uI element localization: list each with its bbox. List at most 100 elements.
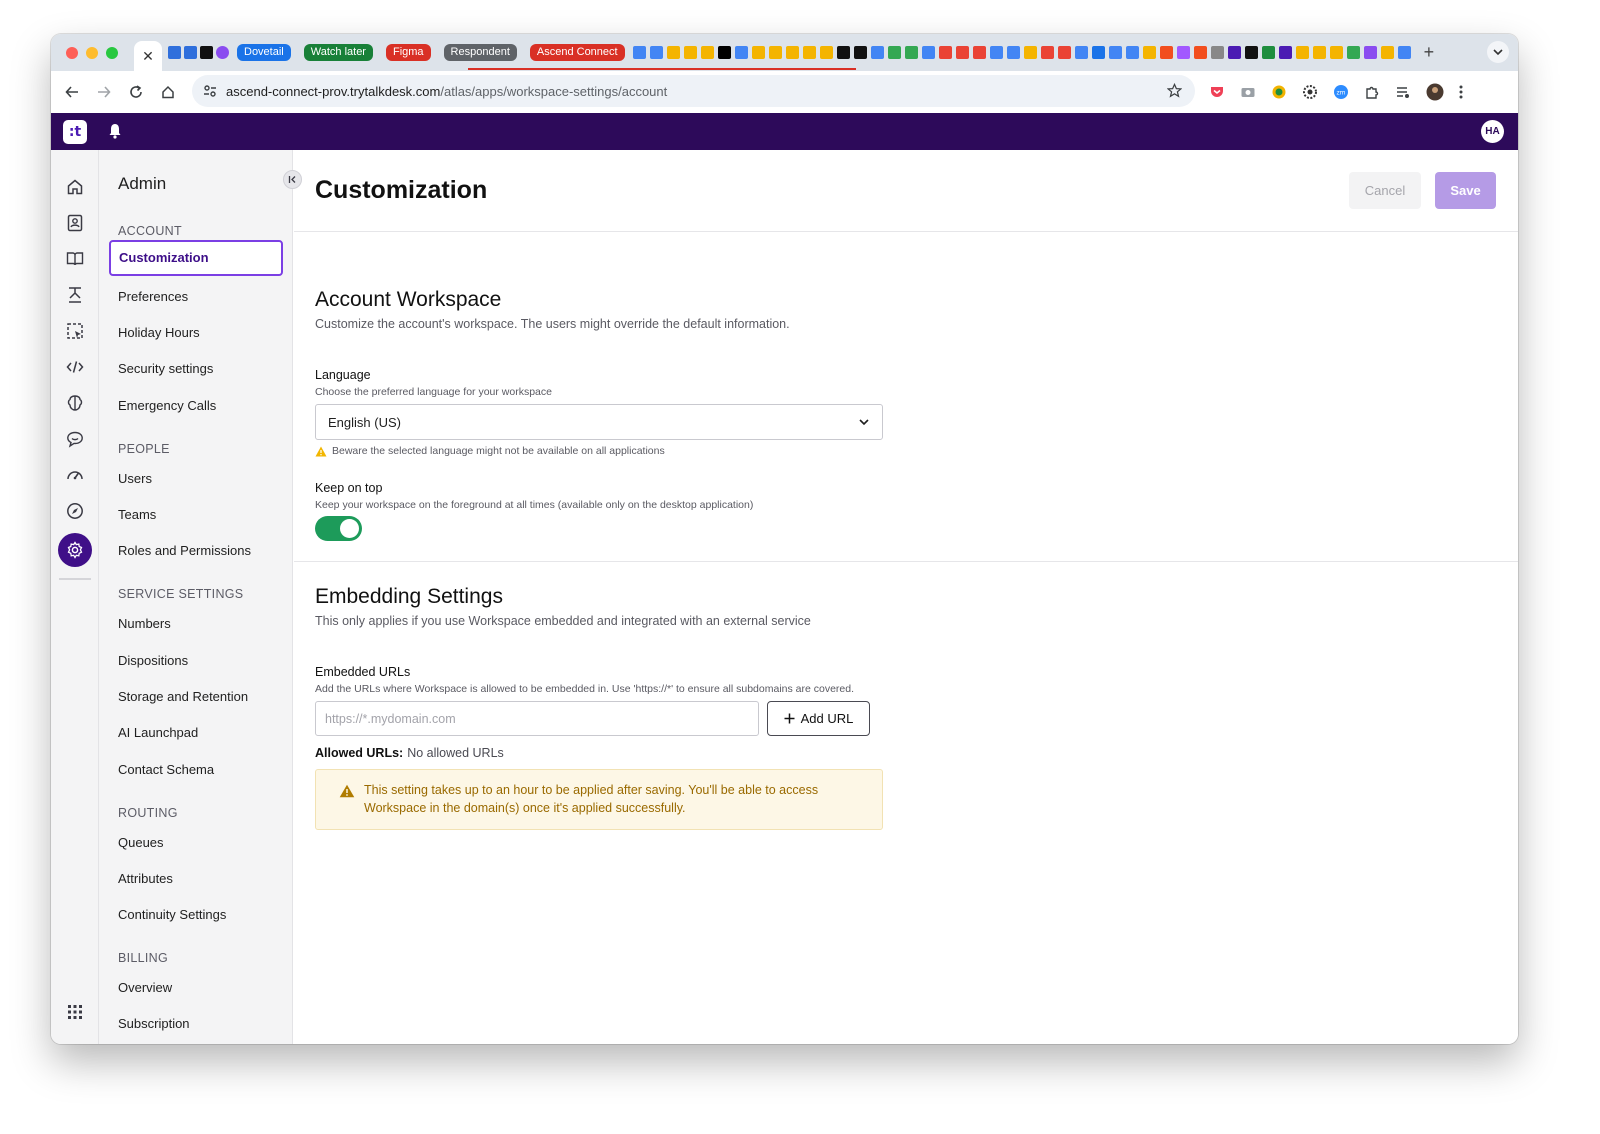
tab-favicon[interactable] [1261,46,1275,59]
bell-icon[interactable] [108,123,122,139]
tab-favicon[interactable] [751,46,765,59]
new-tab-button[interactable]: + [1424,42,1435,63]
tab-favicon[interactable] [1057,46,1071,59]
tab-favicon[interactable] [1227,46,1241,59]
routing-rail-button[interactable] [63,283,87,307]
tab-favicon[interactable] [1193,46,1207,59]
app-launcher-button[interactable] [63,1000,87,1024]
close-window-button[interactable] [66,46,78,59]
tab-favicon[interactable] [168,46,181,59]
minimize-window-button[interactable] [86,46,98,59]
tab-favicon[interactable] [184,46,197,59]
tab-pill-respondent[interactable]: Respondent [443,44,517,61]
maximize-window-button[interactable] [106,46,118,59]
tab-favicon[interactable] [216,46,229,59]
sidebar-item-storage-retention[interactable]: Storage and Retention [118,689,248,704]
extension-globe-icon[interactable] [1271,84,1287,100]
puzzle-icon[interactable] [1364,84,1380,100]
tab-pill-ascend-connect[interactable]: Ascend Connect [529,44,625,61]
sidebar-item-continuity-settings[interactable]: Continuity Settings [118,907,226,922]
sidebar-item-security-settings[interactable]: Security settings [118,361,213,376]
tab-favicon[interactable] [1244,46,1258,59]
tab-favicon[interactable] [1278,46,1292,59]
sidebar-item-emergency-calls[interactable]: Emergency Calls [118,398,216,413]
tab-favicon[interactable] [717,46,731,59]
language-select[interactable]: English (US) [315,404,883,440]
tab-favicon[interactable] [887,46,901,59]
tab-favicon[interactable] [972,46,986,59]
sidebar-item-attributes[interactable]: Attributes [118,871,173,886]
talkdesk-logo[interactable]: :t [63,120,87,144]
tab-favicon[interactable] [1295,46,1309,59]
user-avatar[interactable]: HA [1481,120,1504,143]
cancel-button[interactable]: Cancel [1349,172,1421,209]
tab-favicon[interactable] [1040,46,1054,59]
tab-favicon[interactable] [632,46,646,59]
explore-rail-button[interactable] [63,499,87,523]
tab-favicon[interactable] [1006,46,1020,59]
tab-favicon[interactable] [785,46,799,59]
ai-rail-button[interactable] [63,391,87,415]
tab-favicon[interactable] [1023,46,1037,59]
sidebar-item-holiday-hours[interactable]: Holiday Hours [118,325,200,340]
collapse-sidebar-button[interactable] [283,170,302,189]
tab-favicon[interactable] [1074,46,1088,59]
sidebar-item-teams[interactable]: Teams [118,507,156,522]
tab-search-button[interactable] [1487,41,1509,63]
tab-favicon[interactable] [1142,46,1156,59]
tab-favicon[interactable] [938,46,952,59]
admin-rail-button[interactable] [58,533,92,567]
sidebar-item-queues[interactable]: Queues [118,835,164,850]
tab-pill-dovetail[interactable]: Dovetail [237,44,291,61]
tab-pill-watch-later[interactable]: Watch later [303,44,373,61]
tab-favicon[interactable] [1363,46,1377,59]
tab-favicon[interactable] [904,46,918,59]
sidebar-item-overview[interactable]: Overview [118,980,172,995]
gear-extension-icon[interactable] [1302,84,1318,100]
knowledge-rail-button[interactable] [63,247,87,271]
tab-favicon[interactable] [1346,46,1360,59]
developer-rail-button[interactable] [63,355,87,379]
tab-favicon[interactable] [802,46,816,59]
tab-favicon[interactable] [1159,46,1173,59]
tab-favicon[interactable] [666,46,680,59]
media-queue-icon[interactable] [1395,84,1411,100]
more-vertical-icon[interactable] [1459,85,1463,99]
tab-favicon[interactable] [200,46,213,59]
tab-favicon[interactable] [1108,46,1122,59]
tab-favicon[interactable] [955,46,969,59]
sidebar-item-roles-permissions[interactable]: Roles and Permissions [118,543,251,558]
pocket-icon[interactable] [1209,84,1225,100]
home-rail-button[interactable] [63,175,87,199]
sidebar-item-numbers[interactable]: Numbers [118,616,171,631]
keep-on-top-toggle[interactable] [315,516,362,541]
tab-favicon[interactable] [1091,46,1105,59]
conversations-rail-button[interactable] [63,427,87,451]
sidebar-item-subscription[interactable]: Subscription [118,1016,190,1031]
add-url-button[interactable]: Add URL [767,701,870,736]
tab-favicon[interactable] [734,46,748,59]
sidebar-item-preferences[interactable]: Preferences [118,289,188,304]
sidebar-item-ai-launchpad[interactable]: AI Launchpad [118,725,198,740]
bookmark-star-icon[interactable] [1167,83,1182,98]
sidebar-item-dispositions[interactable]: Dispositions [118,653,188,668]
tab-favicon[interactable] [836,46,850,59]
sidebar-item-users[interactable]: Users [118,471,152,486]
address-bar[interactable]: ascend-connect-prov.trytalkdesk.com/atla… [192,75,1195,107]
tab-favicon[interactable] [921,46,935,59]
tab-favicon[interactable] [989,46,1003,59]
save-button[interactable]: Save [1435,172,1496,209]
tab-favicon[interactable] [700,46,714,59]
tab-favicon[interactable] [819,46,833,59]
contacts-rail-button[interactable] [63,211,87,235]
home-button[interactable] [152,85,184,99]
zoom-icon[interactable]: zm [1333,84,1349,100]
forward-button[interactable] [88,85,120,99]
close-tab-icon[interactable]: ✕ [142,48,154,65]
tab-favicon[interactable] [683,46,697,59]
reload-button[interactable] [120,85,152,99]
sidebar-item-customization[interactable]: Customization [109,240,283,276]
tab-favicon[interactable] [1176,46,1190,59]
tab-pill-figma[interactable]: Figma [385,44,431,61]
active-tab[interactable]: ✕ [134,41,162,71]
